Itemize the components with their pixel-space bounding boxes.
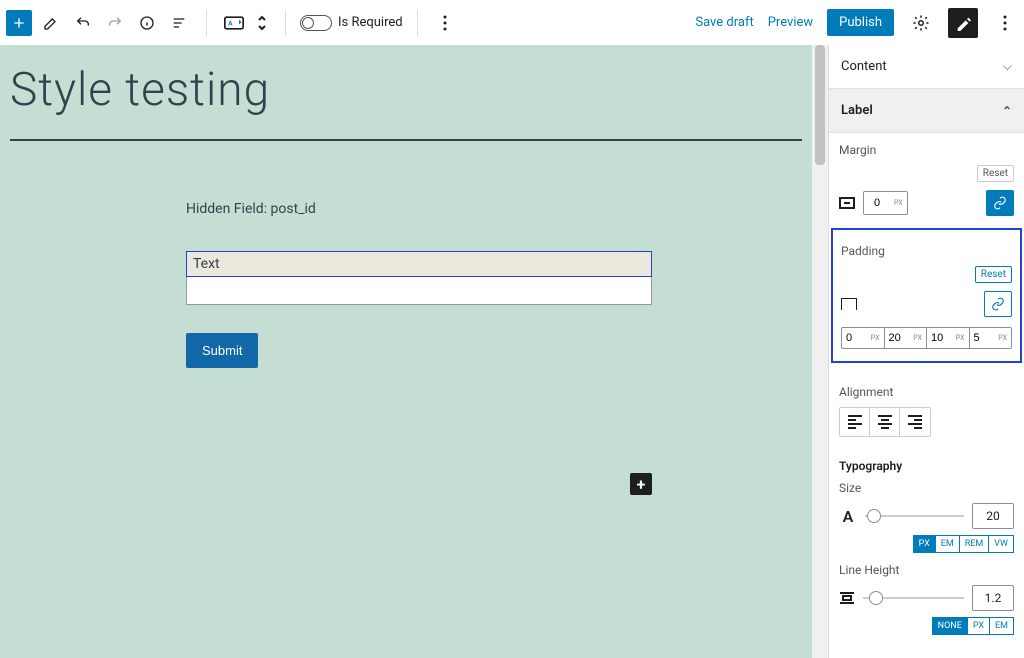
topbar-divider xyxy=(206,10,207,36)
info-icon[interactable] xyxy=(134,10,160,36)
lineheight-slider[interactable] xyxy=(863,597,964,599)
form-area: Hidden Field: post_id Text Submit xyxy=(0,141,812,368)
add-block-button[interactable] xyxy=(6,10,32,36)
padding-bottom-input[interactable] xyxy=(931,332,949,344)
append-block-button[interactable]: + xyxy=(630,473,652,495)
margin-title: Margin xyxy=(839,143,1014,157)
style-panel-toggle[interactable] xyxy=(948,8,978,38)
undo-button[interactable] xyxy=(70,10,96,36)
padding-right-cell[interactable]: PX xyxy=(885,328,928,348)
scrollbar-thumb[interactable] xyxy=(815,45,825,165)
text-field-block[interactable]: Text xyxy=(186,251,652,305)
more-options-icon[interactable] xyxy=(432,10,458,36)
padding-side-icon xyxy=(841,298,857,310)
editor-topbar: A Is Required Save draft Preview Publish xyxy=(0,0,1024,45)
padding-unit: PX xyxy=(913,334,922,342)
typography-title: Typography xyxy=(839,459,1014,473)
topbar-right-group: Save draft Preview Publish xyxy=(695,8,1018,38)
redo-button[interactable] xyxy=(102,10,128,36)
is-required-label: Is Required xyxy=(338,15,403,30)
settings-sidebar: Content ⌵ Label ⌃ Margin Reset PX xyxy=(828,45,1024,658)
label-panel-header[interactable]: Label ⌃ xyxy=(829,89,1024,133)
padding-title: Padding xyxy=(841,244,1012,258)
margin-link-button[interactable] xyxy=(986,190,1014,216)
canvas[interactable]: Style testing Hidden Field: post_id Text… xyxy=(0,45,812,658)
size-unit-vw[interactable]: VW xyxy=(988,535,1014,553)
save-draft-link[interactable]: Save draft xyxy=(695,15,753,30)
lineheight-unit-tabs: NONE PX EM xyxy=(839,617,1014,635)
typography-section: Typography Size A 20 PX EM REM VW Line H… xyxy=(829,449,1024,647)
lineheight-slider-thumb[interactable] xyxy=(869,591,883,605)
align-right-button[interactable] xyxy=(900,408,930,436)
publish-button[interactable]: Publish xyxy=(827,9,894,36)
padding-values-grid: PX PX PX PX xyxy=(841,327,1012,349)
size-slider[interactable] xyxy=(865,515,964,517)
padding-left-input[interactable] xyxy=(974,332,992,344)
chevron-down-icon: ⌵ xyxy=(1003,59,1012,74)
size-letter-icon: A xyxy=(839,507,857,526)
preview-link[interactable]: Preview xyxy=(768,15,813,30)
padding-top-cell[interactable]: PX xyxy=(842,328,885,348)
margin-section: Margin Reset PX xyxy=(829,133,1024,228)
padding-bottom-cell[interactable]: PX xyxy=(927,328,970,348)
text-field-input[interactable] xyxy=(186,277,652,305)
lh-unit-em[interactable]: EM xyxy=(989,617,1014,635)
padding-right-input[interactable] xyxy=(889,332,907,344)
size-unit-px[interactable]: PX xyxy=(913,535,936,553)
move-updown-icon[interactable] xyxy=(253,10,271,36)
submit-button[interactable]: Submit xyxy=(186,333,258,368)
align-center-button[interactable] xyxy=(870,408,900,436)
settings-icon[interactable] xyxy=(908,10,934,36)
padding-unit: PX xyxy=(871,334,880,342)
lh-unit-none[interactable]: NONE xyxy=(932,617,968,635)
label-panel-title: Label xyxy=(841,103,873,118)
size-unit-tabs: PX EM REM VW xyxy=(839,535,1014,553)
hidden-field-label[interactable]: Hidden Field: post_id xyxy=(186,201,812,217)
content-panel-header[interactable]: Content ⌵ xyxy=(829,45,1024,89)
content-panel-title: Content xyxy=(841,59,887,74)
is-required-toggle[interactable]: Is Required xyxy=(300,15,403,31)
more-menu-icon[interactable] xyxy=(992,10,1018,36)
align-left-button[interactable] xyxy=(840,408,870,436)
margin-unit: PX xyxy=(890,199,907,207)
padding-unit: PX xyxy=(956,334,965,342)
topbar-left-group: A Is Required xyxy=(6,10,458,36)
canvas-wrap: Style testing Hidden Field: post_id Text… xyxy=(0,45,828,658)
lineheight-value-box[interactable]: 1.2 xyxy=(972,585,1014,611)
margin-value-input[interactable] xyxy=(864,197,890,209)
topbar-divider xyxy=(417,10,418,36)
alignment-group xyxy=(839,407,931,437)
edit-icon[interactable] xyxy=(38,10,64,36)
size-unit-em[interactable]: EM xyxy=(935,535,960,553)
topbar-divider xyxy=(285,10,286,36)
svg-text:A: A xyxy=(228,19,233,27)
size-unit-rem[interactable]: REM xyxy=(959,535,990,553)
padding-section: Padding Reset PX xyxy=(831,228,1022,363)
padding-left-cell[interactable]: PX xyxy=(970,328,1012,348)
margin-box-icon xyxy=(839,197,855,209)
canvas-scrollbar[interactable] xyxy=(812,45,828,658)
text-field-label[interactable]: Text xyxy=(186,251,652,277)
block-type-icon[interactable]: A xyxy=(221,10,247,36)
page-title[interactable]: Style testing xyxy=(0,45,812,139)
alignment-section: Alignment xyxy=(829,375,1024,449)
size-label: Size xyxy=(839,481,1014,495)
padding-top-input[interactable] xyxy=(846,332,864,344)
margin-input[interactable]: PX xyxy=(863,191,908,215)
size-value-box[interactable]: 20 xyxy=(972,503,1014,529)
alignment-title: Alignment xyxy=(839,385,1014,399)
outline-icon[interactable] xyxy=(166,10,192,36)
editor-main: Style testing Hidden Field: post_id Text… xyxy=(0,45,1024,658)
margin-reset-button[interactable]: Reset xyxy=(977,165,1014,182)
chevron-up-icon: ⌃ xyxy=(1002,104,1012,118)
lineheight-label: Line Height xyxy=(839,563,1014,577)
size-slider-thumb[interactable] xyxy=(867,509,881,523)
padding-link-button[interactable] xyxy=(984,291,1012,317)
lineheight-icon xyxy=(839,592,855,604)
padding-reset-button[interactable]: Reset xyxy=(975,266,1012,283)
padding-unit: PX xyxy=(998,334,1007,342)
lh-unit-px[interactable]: PX xyxy=(967,617,990,635)
